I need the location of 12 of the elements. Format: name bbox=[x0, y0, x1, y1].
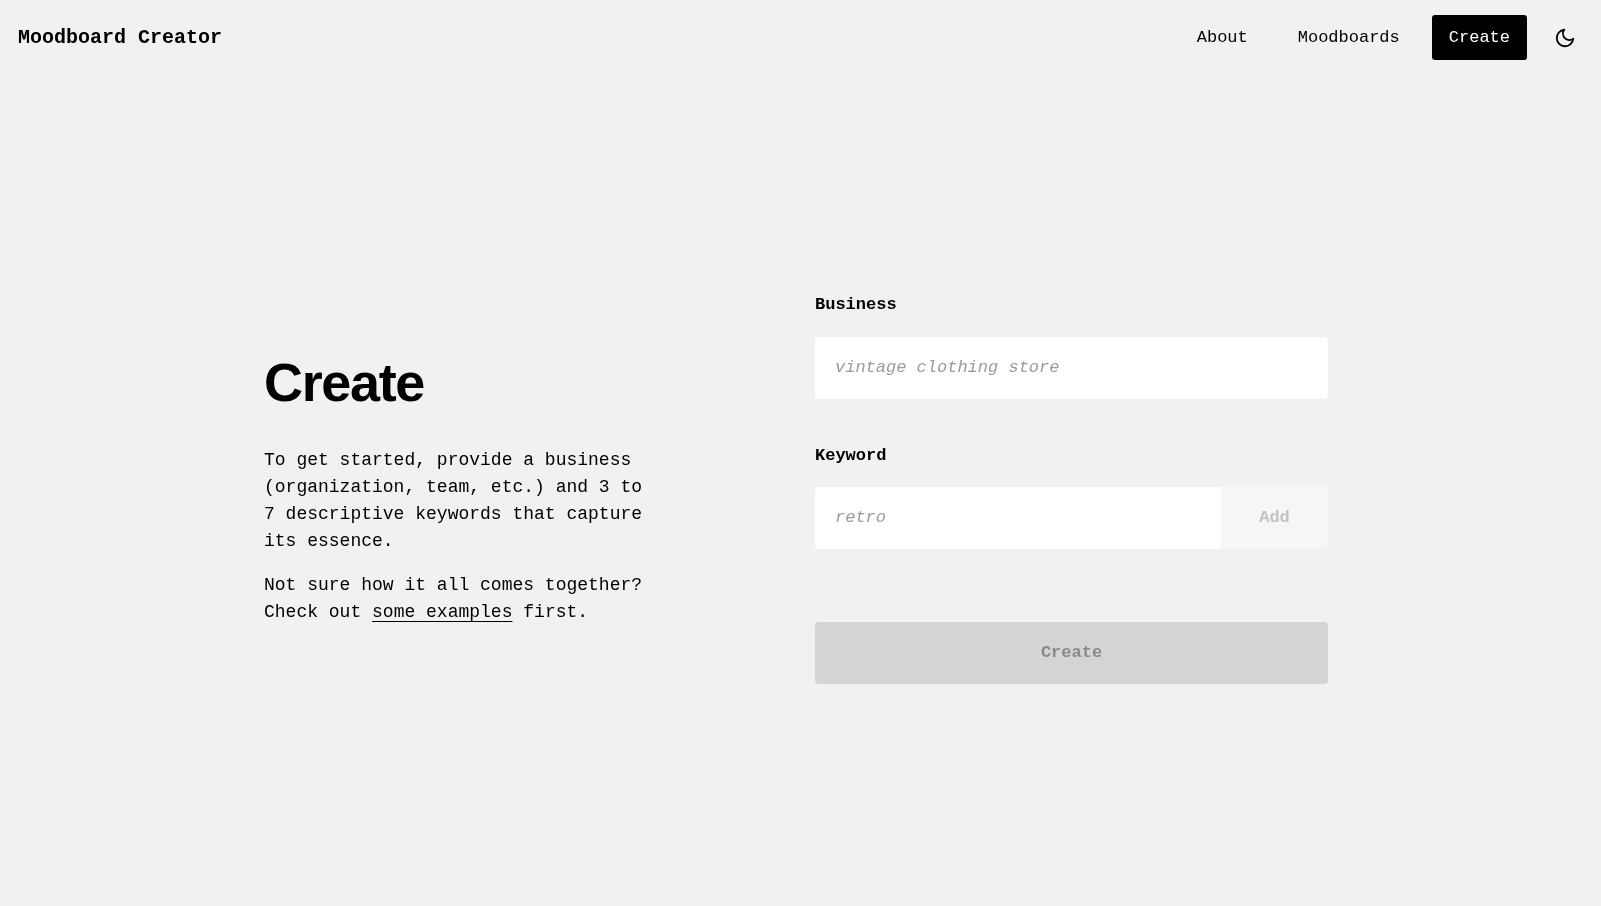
field-label: Keyword bbox=[815, 444, 888, 467]
app-title[interactable]: Moodboard Creator bbox=[18, 22, 223, 53]
nav-link[interactable]: Create bbox=[1431, 15, 1527, 60]
nav-link[interactable]: Moodboards bbox=[1279, 15, 1418, 60]
nav-link[interactable]: About bbox=[1178, 15, 1266, 60]
text-field[interactable]: retro bbox=[815, 487, 1221, 549]
page-heading: Create bbox=[264, 355, 425, 409]
text-field[interactable]: vintage clothing store bbox=[815, 336, 1328, 399]
help-paragraph: Not sure how it all comes together? Check out some examples first. bbox=[264, 574, 644, 624]
intro-paragraph: To get started, provide a business (organization, team, etc.) and 3 to 7 descriptive keywords that capture its essence. bbox=[264, 449, 644, 553]
examples-link[interactable]: some examples bbox=[372, 602, 513, 622]
field-label: Business bbox=[815, 294, 898, 316]
